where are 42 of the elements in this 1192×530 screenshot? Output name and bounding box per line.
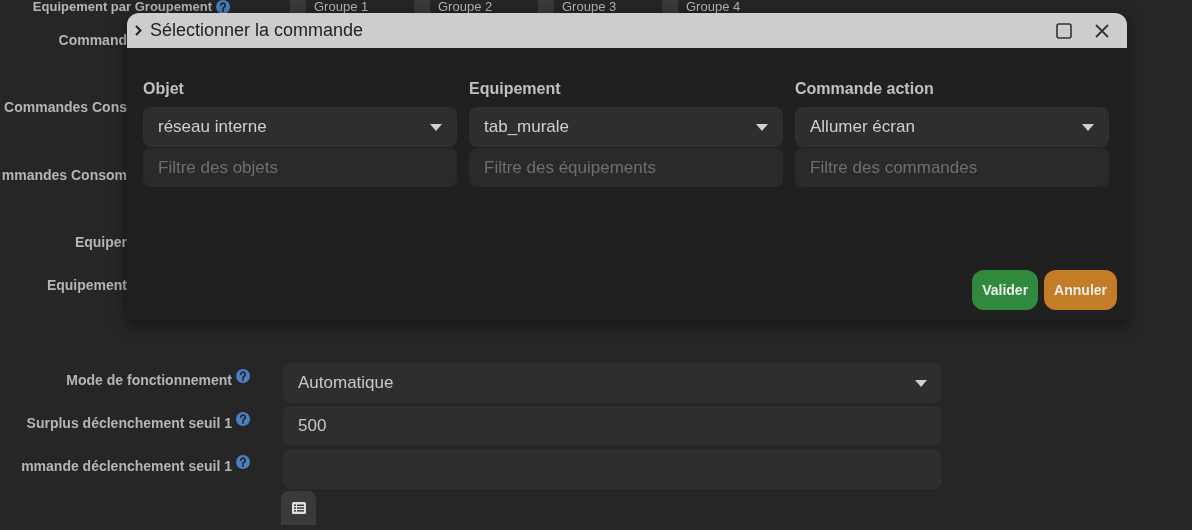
checkbox-label: Groupe 3 (562, 0, 618, 14)
help-icon (236, 455, 250, 469)
list-icon (291, 502, 306, 514)
checkbox[interactable] (538, 0, 554, 14)
field-label: Command (58, 32, 127, 49)
input-field[interactable]: 500 (283, 406, 942, 446)
confirm-button[interactable]: Valider (972, 270, 1039, 310)
list-button[interactable] (281, 491, 316, 525)
select-field[interactable]: Allumer écran (795, 107, 1109, 147)
checkbox-label: Groupe 1 (314, 0, 370, 14)
select-field[interactable]: tab_murale (469, 107, 783, 147)
select-field[interactable]: réseau interne (143, 107, 457, 147)
field-label: Commandes Cons (4, 99, 127, 116)
help-icon (236, 412, 250, 426)
square-icon (1056, 22, 1072, 39)
dialog-title: Sélectionner la commande (150, 19, 364, 42)
help-icon (236, 369, 250, 383)
chevron-icon (135, 25, 142, 36)
field-label: Equipement (46, 277, 127, 294)
select-field[interactable]: Automatique (283, 363, 942, 403)
caret-icon (430, 123, 442, 131)
column-heading: Commande action (795, 79, 935, 99)
checkbox-label: Groupe 2 (438, 0, 494, 14)
field-label: Surplus déclenchement seuil 1 (26, 415, 232, 432)
field-label: mmandes Consom (1, 167, 127, 184)
checkbox[interactable] (414, 0, 430, 14)
caret-icon (1082, 123, 1094, 131)
field-label: Equipement par Groupement (32, 0, 212, 14)
filter-field[interactable]: Filtre des équipements (469, 148, 783, 187)
close-icon (1094, 22, 1110, 39)
field-label: Mode de fonctionnement (66, 372, 232, 389)
checkbox-label: Groupe 4 (686, 0, 742, 14)
checkbox[interactable] (290, 0, 306, 14)
caret-icon (915, 379, 927, 387)
filter-field[interactable]: Filtre des objets (143, 148, 457, 187)
caret-icon (756, 123, 768, 131)
field-label: Equiper (74, 234, 127, 251)
checkbox[interactable] (662, 0, 678, 14)
field-label: mmande déclenchement seuil 1 (21, 458, 232, 475)
column-heading: Objet (143, 79, 185, 99)
column-heading: Equipement (469, 79, 562, 99)
filter-field[interactable]: Filtre des commandes (795, 148, 1109, 187)
